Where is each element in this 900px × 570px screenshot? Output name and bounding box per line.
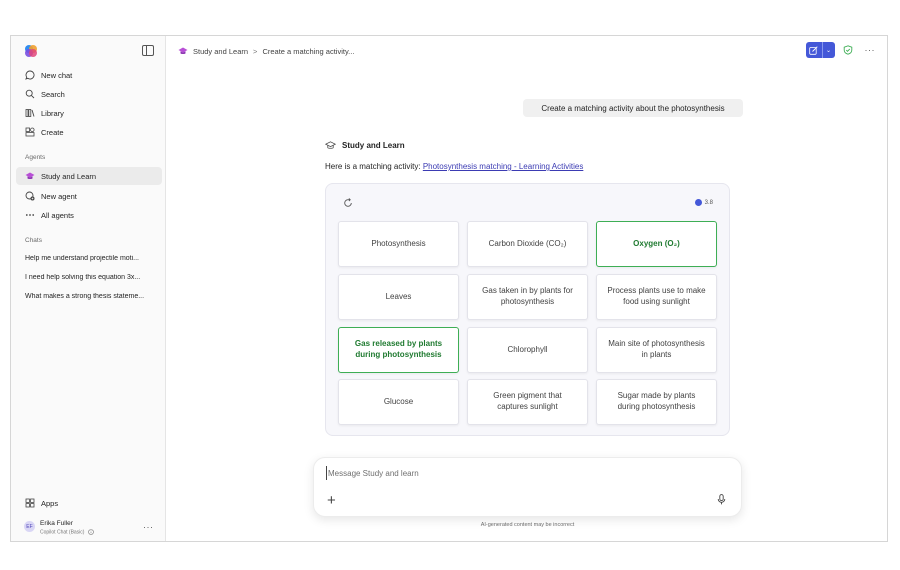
agent-all-agents-label: All agents [41, 210, 74, 220]
chats-section-label: Chats [25, 237, 42, 244]
timer: 3.8 [694, 199, 713, 206]
matching-tile[interactable]: Sugar made by plants during photosynthes… [596, 379, 717, 425]
new-agent-icon [25, 191, 35, 201]
chat-icon [25, 70, 35, 80]
chevron-down-icon[interactable]: ⌄ [823, 42, 835, 58]
activity-link[interactable]: Photosynthesis matching - Learning Activ… [423, 162, 584, 171]
nav-library-label: Library [41, 108, 64, 118]
agent-new-agent-label: New agent [41, 191, 77, 201]
copilot-logo-icon[interactable] [24, 44, 38, 58]
microphone-icon[interactable] [717, 494, 726, 505]
user-more-icon[interactable]: ··· [143, 522, 154, 532]
breadcrumb-chat-title[interactable]: Create a matching activity... [262, 47, 354, 56]
matching-tile[interactable]: Chlorophyll [467, 327, 588, 373]
add-attachment-icon[interactable]: + [327, 493, 336, 508]
info-icon[interactable] [88, 529, 94, 535]
sidebar: New chat Search Library Create Agents St… [11, 36, 166, 541]
matching-tile[interactable]: Photosynthesis [338, 221, 459, 267]
breadcrumb-separator: > [253, 46, 258, 56]
matching-tile-matched[interactable]: Gas released by plants during photosynth… [338, 327, 459, 373]
more-options-icon[interactable]: ··· [865, 45, 876, 55]
nav-new-chat[interactable]: New chat [16, 66, 162, 84]
avatar: EF [24, 521, 35, 532]
nav-new-chat-label: New chat [41, 70, 73, 80]
matching-activity-card: 3.8 Photosynthesis Carbon Dioxide (CO₂) Ox… [325, 183, 730, 436]
graduation-cap-icon [25, 171, 35, 181]
matching-tile[interactable]: Leaves [338, 274, 459, 320]
app-window: New chat Search Library Create Agents St… [10, 35, 888, 542]
refresh-icon[interactable] [343, 198, 353, 208]
agent-name: Study and Learn [342, 141, 405, 150]
matching-tile[interactable]: Gas taken in by plants for photosynthesi… [467, 274, 588, 320]
user-message: Create a matching activity about the pho… [523, 99, 743, 117]
timer-value: 3.8 [704, 199, 713, 206]
graduation-cap-icon [178, 47, 188, 54]
agent-response-header: Study and Learn [325, 141, 405, 150]
ellipsis-icon [25, 210, 35, 220]
apps-icon [25, 498, 35, 508]
message-input[interactable] [326, 466, 706, 480]
user-plan-row: Copilot Chat (Basic) [40, 529, 94, 535]
breadcrumb: Study and Learn > Create a matching acti… [178, 44, 354, 58]
chat-history-item[interactable]: What makes a strong thesis stateme... [25, 293, 157, 300]
search-icon [25, 89, 35, 99]
agent-all-agents[interactable]: All agents [16, 206, 162, 224]
breadcrumb-agent[interactable]: Study and Learn [193, 47, 248, 56]
graduation-cap-outline-icon [325, 141, 336, 149]
matching-tile-matched[interactable]: Oxygen (O₂) [596, 221, 717, 267]
agent-intro-text: Here is a matching activity: [325, 162, 423, 171]
create-icon [25, 127, 35, 137]
nav-search-label: Search [41, 89, 65, 99]
chat-history-item[interactable]: Help me understand projectile moti... [25, 255, 157, 262]
matching-tile[interactable]: Glucose [338, 379, 459, 425]
agent-study-and-learn[interactable]: Study and Learn [16, 167, 162, 185]
header-actions: ⌄ ··· [805, 42, 876, 58]
chat-history-item[interactable]: I need help solving this equation 3x... [25, 274, 157, 281]
nav-apps-label: Apps [41, 498, 59, 508]
agent-new-agent[interactable]: New agent [16, 187, 162, 205]
nav-apps[interactable]: Apps [16, 494, 162, 512]
library-icon [25, 108, 35, 118]
matching-tile[interactable]: Green pigment that captures sunlight [467, 379, 588, 425]
matching-tile[interactable]: Main site of photosynthesis in plants [596, 327, 717, 373]
user-name: Erika Fuller [40, 520, 73, 527]
ai-disclaimer: AI-generated content may be incorrect [480, 522, 575, 528]
user-plan: Copilot Chat (Basic) [40, 529, 85, 536]
nav-search[interactable]: Search [16, 85, 162, 103]
compose-icon [809, 45, 818, 55]
nav-library[interactable]: Library [16, 104, 162, 122]
matching-tile[interactable]: Process plants use to make food using su… [596, 274, 717, 320]
agent-study-and-learn-label: Study and Learn [41, 171, 97, 181]
agents-section-label: Agents [25, 154, 46, 161]
shield-check-icon[interactable] [843, 45, 853, 55]
nav-create[interactable]: Create [16, 123, 162, 141]
sidebar-toggle-icon[interactable] [142, 45, 154, 56]
matching-tile[interactable]: Carbon Dioxide (CO₂) [467, 221, 588, 267]
agent-intro: Here is a matching activity: Photosynthe… [325, 162, 583, 171]
timer-icon [694, 199, 702, 206]
message-composer: + [313, 457, 742, 517]
user-profile[interactable]: EF Erika Fuller Copilot Chat (Basic) ··· [24, 518, 159, 536]
nav-create-label: Create [41, 127, 64, 137]
compose-button[interactable] [806, 42, 823, 58]
new-chat-split-button: ⌄ [805, 42, 835, 58]
